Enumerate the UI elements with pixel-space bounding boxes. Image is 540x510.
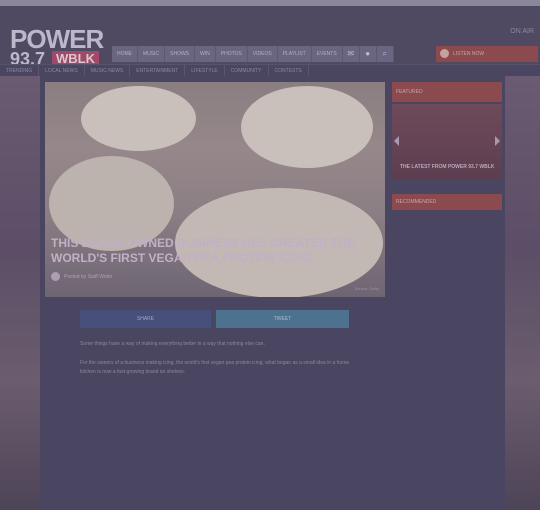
station-logo[interactable]: POWER 93.7 WBLK [10,26,106,68]
page: POWER 93.7 WBLK ON AIR HOME MUSIC SHOWS … [0,0,540,510]
nav-item[interactable]: SHOWS [165,46,196,62]
nav-item[interactable]: HOME [112,46,138,62]
background-right-art [505,76,540,510]
main-nav: HOME MUSIC SHOWS WIN PHOTOS VIDEOS PLAYL… [112,46,434,62]
article-byline: Posted by Staff Writer [51,272,112,281]
nav-item[interactable]: WIN [195,46,216,62]
listen-live-label: LISTEN NOW [453,51,485,57]
share-facebook-button[interactable]: SHARE [80,310,211,328]
product-tub-image [241,86,373,168]
nav-item[interactable]: PHOTOS [215,46,248,62]
header-right-label: ON AIR [510,28,534,35]
carousel-next-icon[interactable] [495,136,500,146]
sidebar-header-secondary: RECOMMENDED [392,194,502,210]
product-tub-image [81,86,196,151]
sidebar-card-title: THE LATEST FROM POWER 93.7 WBLK [400,164,495,170]
author-avatar-icon [51,272,60,281]
article-body: Some things have a way of making everyth… [80,340,350,387]
sidebar-header: FEATURED [392,82,502,102]
sidebar: FEATURED THE LATEST FROM POWER 93.7 WBLK… [392,82,502,217]
share-twitter-button[interactable]: TWEET [216,310,349,328]
byline-text: Posted by Staff Writer [64,273,113,280]
sidebar-featured-card[interactable]: THE LATEST FROM POWER 93.7 WBLK [392,104,502,179]
user-icon[interactable]: ● [359,46,377,62]
image-credit: Source: Getty [354,286,379,291]
nav-item[interactable]: EVENTS [311,46,343,62]
article-paragraph: For the owners of a business making icin… [80,360,350,375]
email-icon[interactable]: ✉ [342,46,360,62]
nav-item[interactable]: MUSIC [138,46,166,62]
article-paragraph: Some things have a way of making everyth… [80,341,265,347]
background-left-art [0,76,40,510]
listen-live-button[interactable]: LISTEN NOW [436,46,538,62]
search-icon[interactable]: ⌕ [376,46,394,62]
nav-item[interactable]: PLAYLIST [277,46,312,62]
article-headline: This Black-Owned Business Has Created Th… [51,236,355,265]
hero-image[interactable]: This Black-Owned Business Has Created Th… [45,82,385,297]
play-icon [440,49,449,59]
carousel-prev-icon[interactable] [394,136,399,146]
nav-item[interactable]: VIDEOS [247,46,278,62]
